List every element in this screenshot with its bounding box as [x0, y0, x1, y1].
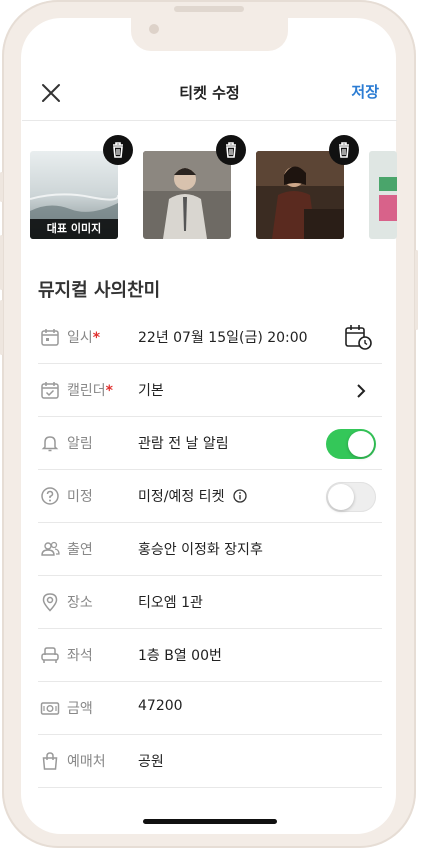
delete-image-button[interactable] [329, 135, 359, 165]
trash-icon [113, 142, 123, 158]
undecided-label: 미정 [67, 489, 93, 505]
booking-row[interactable]: 예매처 공원 [38, 735, 382, 788]
calendar-icon [41, 329, 59, 346]
calendar-clock-icon[interactable] [344, 324, 372, 350]
datetime-value[interactable]: 22년 07월 15일(금) 20:00 [138, 327, 308, 347]
cast-value[interactable]: 홍승안 이정화 장지후 [138, 539, 263, 559]
booking-value[interactable]: 공원 [138, 751, 164, 771]
home-indicator[interactable] [143, 819, 277, 824]
seat-value[interactable]: 1층 B열 00번 [138, 645, 222, 665]
notch [131, 18, 288, 51]
alarm-row: 알림 관람 전 날 알림 [38, 417, 382, 470]
cast-row[interactable]: 출연 홍승안 이정화 장지후 [38, 523, 382, 576]
question-icon [41, 487, 59, 505]
people-icon [41, 541, 60, 556]
undecided-toggle[interactable] [326, 482, 376, 512]
side-button [0, 300, 3, 355]
venue-label: 장소 [67, 595, 93, 611]
side-button [0, 235, 3, 290]
venue-row[interactable]: 장소 티오엠 1관 [38, 576, 382, 629]
trash-icon [226, 142, 236, 158]
price-label: 금액 [67, 701, 93, 717]
location-pin-icon [42, 593, 58, 612]
venue-value[interactable]: 티오엠 1관 [138, 592, 203, 612]
cast-label: 출연 [67, 542, 93, 558]
seat-row[interactable]: 좌석 1층 B열 00번 [38, 629, 382, 682]
shopping-bag-icon [42, 752, 58, 770]
datetime-label: 일시* [67, 330, 101, 346]
alarm-label: 알림 [67, 436, 93, 452]
delete-image-button[interactable] [103, 135, 133, 165]
concert-title: 뮤지컬 사의찬미 [38, 280, 161, 301]
money-icon [40, 702, 60, 715]
calendar-value: 기본 [138, 383, 164, 399]
undecided-value: 미정/예정 티켓 [138, 486, 247, 506]
chevron-right-icon[interactable] [356, 384, 366, 398]
calendar-check-icon [41, 382, 59, 399]
speaker [174, 6, 244, 12]
undecided-row: 미정 미정/예정 티켓 [38, 470, 382, 523]
required-mark: * [92, 330, 101, 346]
calendar-label: 캘린더* [67, 383, 113, 399]
datetime-row[interactable]: 일시* 22년 07월 15일(금) 20:00 [38, 311, 382, 364]
top-bar: 티켓 수정 저장 [22, 68, 397, 121]
representative-image-label: 대표 이미지 [30, 219, 118, 239]
toggle-knob [348, 431, 374, 457]
delete-image-button[interactable] [216, 135, 246, 165]
calendar-row[interactable]: 캘린더* 기본 [38, 364, 382, 417]
bell-icon [41, 436, 59, 452]
alarm-toggle[interactable] [326, 429, 376, 459]
page-title: 티켓 수정 [179, 84, 240, 102]
toggle-knob [328, 484, 354, 510]
seat-map-image[interactable] [369, 151, 397, 239]
trash-icon [339, 142, 349, 158]
required-mark: * [105, 383, 113, 399]
seat-label: 좌석 [67, 648, 93, 664]
price-value[interactable]: 47200 [138, 698, 183, 714]
save-button[interactable]: 저장 [351, 81, 379, 102]
side-button [415, 250, 418, 330]
image-strip[interactable]: 대표 이미지 [22, 120, 397, 250]
info-icon[interactable] [233, 489, 247, 503]
price-row[interactable]: 금액 47200 [38, 682, 382, 735]
alarm-value: 관람 전 날 알림 [138, 436, 229, 452]
side-button [0, 172, 3, 202]
camera [149, 24, 159, 34]
booking-label: 예매처 [67, 754, 106, 770]
seat-icon [41, 647, 59, 663]
